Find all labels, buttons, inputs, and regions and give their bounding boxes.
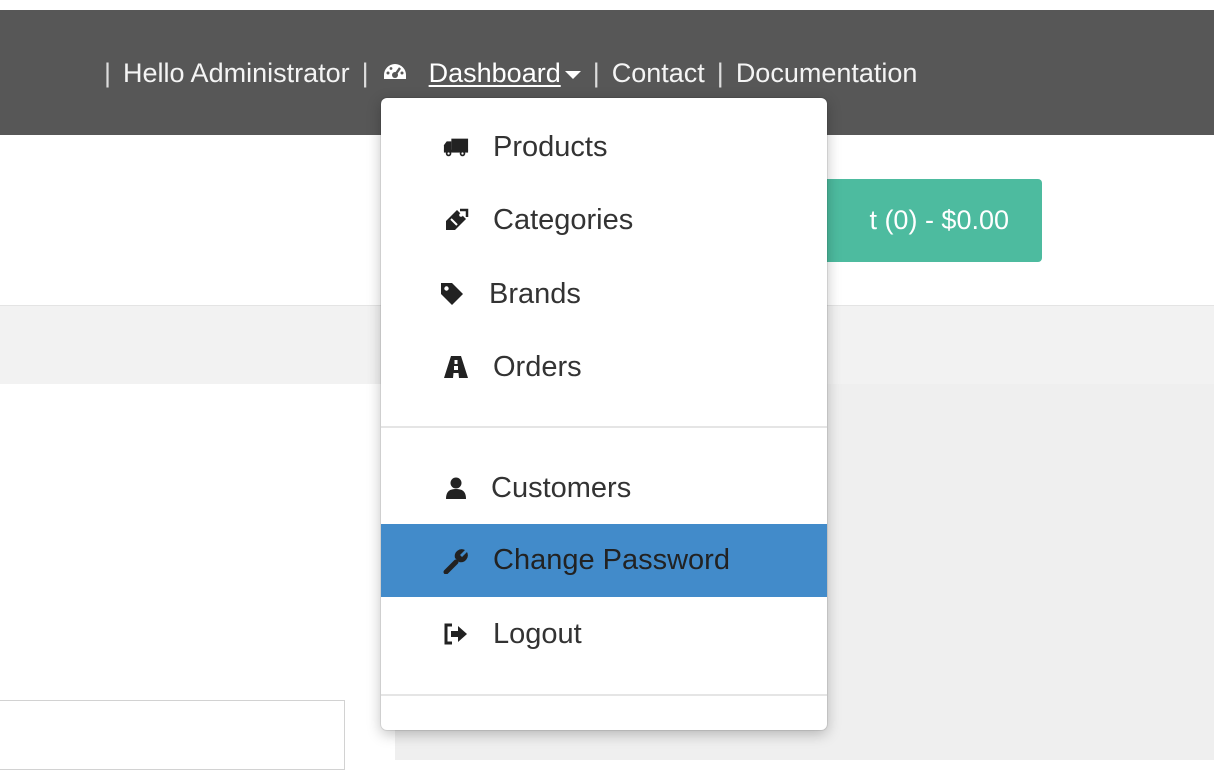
dropdown-item-orders[interactable]: Orders: [381, 331, 827, 403]
tag-icon: [439, 281, 465, 307]
wrench-icon: [443, 548, 469, 574]
top-edge: [0, 0, 1214, 10]
dropdown-item-label: Change Password: [493, 544, 730, 576]
nav-separator: |: [716, 57, 724, 88]
dropdown-item-label: Categories: [493, 203, 634, 236]
dropdown-item-categories[interactable]: Categories: [381, 184, 827, 256]
user-icon: [443, 475, 469, 501]
contact-link[interactable]: Contact: [612, 58, 705, 89]
dropdown-item-label: Brands: [489, 277, 581, 310]
dashboard-dropdown-toggle[interactable]: Dashboard: [429, 58, 561, 89]
dropdown-item-label: Customers: [491, 471, 632, 504]
logout-icon: [443, 621, 469, 647]
documentation-link[interactable]: Documentation: [736, 58, 918, 89]
dropdown-item-products[interactable]: Products: [381, 111, 827, 183]
dropdown-divider: [381, 694, 827, 696]
dropdown-item-label: Logout: [493, 617, 582, 650]
dropdown-item-label: Products: [493, 130, 608, 163]
dropdown-item-logout[interactable]: Logout: [381, 598, 827, 670]
dropdown-item-change-password[interactable]: Change Password: [381, 524, 827, 597]
greeting-text: Hello Administrator: [123, 57, 350, 88]
top-nav-links: | Hello Administrator | Dashboard | Cont…: [92, 56, 917, 90]
dropdown-item-brands[interactable]: Brands: [381, 258, 827, 330]
dashboard-dropdown-menu: Products Categories Brands Orders Custom…: [381, 98, 827, 730]
tags-icon: [443, 207, 469, 233]
cart-button-label: t (0) - $0.00: [869, 205, 1009, 235]
dropdown-item-customers[interactable]: Customers: [381, 452, 827, 524]
dropdown-divider: [381, 426, 827, 428]
road-icon: [443, 354, 469, 380]
truck-icon: [443, 134, 469, 160]
caret-down-icon[interactable]: [564, 71, 581, 79]
nav-separator: |: [104, 57, 112, 88]
nav-separator: |: [361, 57, 369, 88]
nav-separator: |: [592, 57, 600, 88]
dashboard-icon: [381, 61, 409, 85]
dropdown-item-label: Orders: [493, 350, 582, 383]
